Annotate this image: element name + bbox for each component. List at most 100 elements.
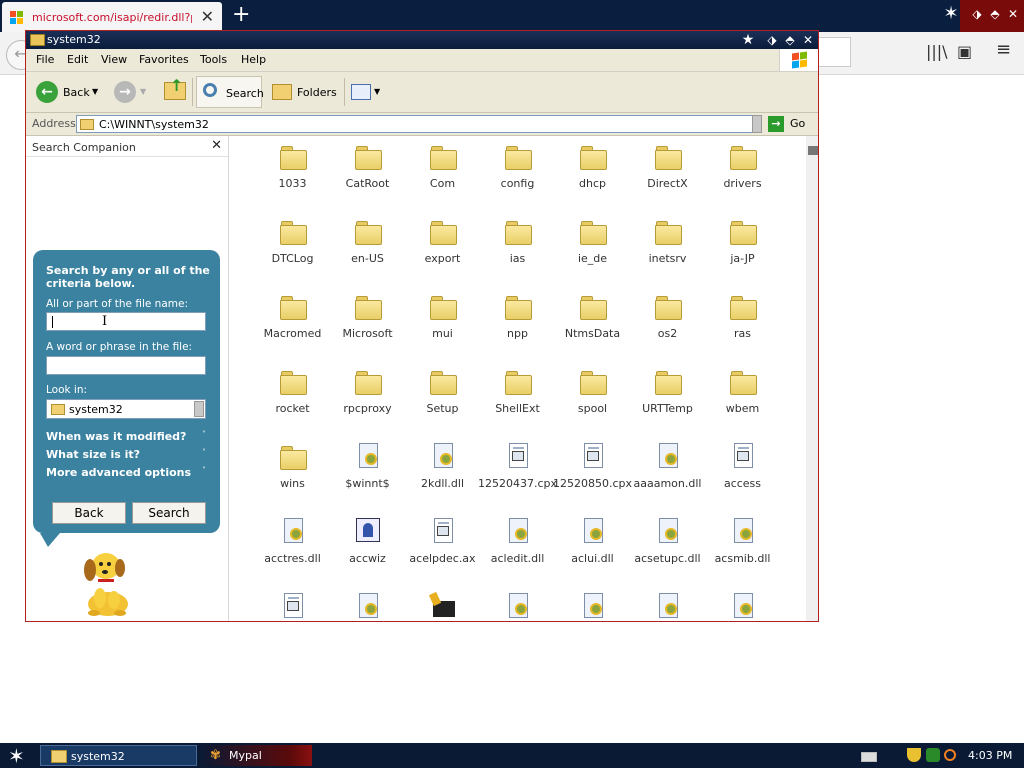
file-item[interactable]: 1033	[255, 139, 330, 199]
up-folder-button[interactable]: ↑	[162, 76, 190, 108]
menu-tools[interactable]: Tools	[200, 53, 227, 66]
security-shield-icon[interactable]	[907, 748, 921, 762]
menu-edit[interactable]: Edit	[67, 53, 88, 66]
file-item[interactable]: en-US	[330, 214, 405, 274]
close-pane-icon[interactable]: ✕	[211, 138, 222, 153]
task-mypal[interactable]: ✾ Mypal	[200, 745, 312, 766]
dropdown-arrow-icon[interactable]: ▼	[92, 87, 98, 96]
file-item[interactable]: spool	[555, 364, 630, 424]
file-item[interactable]: mui	[405, 289, 480, 349]
file-item[interactable]	[405, 589, 480, 621]
file-item[interactable]: npp	[480, 289, 555, 349]
file-item[interactable]: acsetupc.dll	[630, 514, 705, 574]
hamburger-menu-icon[interactable]: ≡	[996, 39, 1011, 60]
file-item[interactable]: aclui.dll	[555, 514, 630, 574]
file-item[interactable]	[480, 589, 555, 621]
menu-view[interactable]: View	[101, 53, 127, 66]
file-item[interactable]: 12520850.cpx	[553, 439, 632, 499]
file-item[interactable]: acelpdec.ax	[405, 514, 480, 574]
lookin-select[interactable]: system32	[46, 399, 206, 419]
option-advanced[interactable]: More advanced options ˅	[46, 466, 206, 479]
file-item[interactable]: drivers	[705, 139, 780, 199]
file-item[interactable]: inetsrv	[630, 214, 705, 274]
file-item[interactable]: NtmsData	[555, 289, 630, 349]
search-dog-icon[interactable]	[76, 546, 136, 618]
menu-file[interactable]: File	[36, 53, 54, 66]
tab-close-icon[interactable]: ✕	[201, 7, 214, 26]
file-item[interactable]: access	[705, 439, 780, 499]
sidebar-icon[interactable]: ▣	[957, 42, 972, 61]
go-arrow-icon[interactable]: →	[768, 116, 784, 132]
filename-field[interactable]: I	[46, 312, 206, 331]
option-size[interactable]: What size is it? ˅	[46, 448, 206, 461]
forward-button[interactable]: → ▼	[112, 76, 148, 108]
window-titlebar[interactable]: system32 ★ ⬗ ⬘ ✕	[26, 31, 818, 49]
address-dropdown-button[interactable]	[752, 115, 762, 133]
clock[interactable]: 4:03 PM	[968, 749, 1012, 762]
task-system32[interactable]: system32	[40, 745, 197, 766]
file-item[interactable]: DTCLog	[255, 214, 330, 274]
start-button[interactable]: ✶	[8, 744, 25, 768]
keyboard-icon[interactable]	[861, 752, 877, 762]
option-modified[interactable]: When was it modified? ˅	[46, 430, 206, 443]
search-back-button[interactable]: Back	[52, 502, 126, 524]
new-tab-icon[interactable]: +	[232, 2, 250, 27]
file-item[interactable]: DirectX	[630, 139, 705, 199]
pin-star-icon[interactable]: ✶	[940, 2, 962, 26]
browser-url-bar[interactable]	[815, 37, 851, 67]
file-item[interactable]: config	[480, 139, 555, 199]
menu-help[interactable]: Help	[241, 53, 266, 66]
file-item[interactable]: ja-JP	[705, 214, 780, 274]
file-item[interactable]: ias	[480, 214, 555, 274]
file-item[interactable]: 2kdll.dll	[405, 439, 480, 499]
file-item[interactable]: 12520437.cpx	[478, 439, 557, 499]
search-icon[interactable]	[944, 749, 956, 761]
file-item[interactable]: acledit.dll	[480, 514, 555, 574]
folders-button[interactable]: Folders	[270, 76, 340, 108]
file-item[interactable]	[705, 589, 780, 621]
minimize-icon[interactable]: ⬗	[762, 31, 782, 49]
pin-star-icon[interactable]: ★	[738, 31, 758, 49]
maximize-icon[interactable]: ⬘	[780, 31, 800, 49]
file-item[interactable]: wbem	[705, 364, 780, 424]
file-item[interactable]: ie_de	[555, 214, 630, 274]
library-icon[interactable]: |||\	[926, 42, 948, 61]
file-item[interactable]: Setup	[405, 364, 480, 424]
file-item[interactable]: Com	[405, 139, 480, 199]
file-item[interactable]: CatRoot	[330, 139, 405, 199]
file-item[interactable]: aaaamon.dll	[630, 439, 705, 499]
file-item[interactable]: export	[405, 214, 480, 274]
file-item[interactable]: rocket	[255, 364, 330, 424]
back-button[interactable]: ← Back ▼	[34, 76, 100, 108]
file-item[interactable]: os2	[630, 289, 705, 349]
file-item[interactable]: $winnt$	[330, 439, 405, 499]
file-item[interactable]: Microsoft	[330, 289, 405, 349]
search-button[interactable]: Search	[196, 76, 264, 108]
go-button[interactable]: Go	[790, 117, 805, 130]
file-item[interactable]	[630, 589, 705, 621]
file-item[interactable]: dhcp	[555, 139, 630, 199]
dropdown-arrow-icon[interactable]	[194, 401, 204, 417]
file-item[interactable]: rpcproxy	[330, 364, 405, 424]
file-item[interactable]: ShellExt	[480, 364, 555, 424]
file-item[interactable]: Macromed	[255, 289, 330, 349]
address-input[interactable]: C:\WINNT\system32	[76, 115, 761, 133]
file-item[interactable]	[555, 589, 630, 621]
file-item[interactable]: acctres.dll	[255, 514, 330, 574]
views-button[interactable]: ▼	[349, 76, 385, 108]
file-item[interactable]	[330, 589, 405, 621]
close-icon[interactable]: ✕	[798, 31, 818, 49]
network-icon[interactable]	[926, 748, 940, 762]
file-item[interactable]	[255, 589, 330, 621]
file-item[interactable]: URTTemp	[630, 364, 705, 424]
file-item[interactable]: acsmib.dll	[705, 514, 780, 574]
file-item[interactable]: wins	[255, 439, 330, 499]
browser-tab[interactable]: microsoft.com/isapi/redir.dll?prd= ✕	[2, 2, 222, 32]
file-list-scrollbar[interactable]	[806, 136, 818, 621]
browser-close-icon[interactable]: ✕	[1002, 2, 1024, 26]
file-item[interactable]: accwiz	[330, 514, 405, 574]
file-item[interactable]: ras	[705, 289, 780, 349]
search-submit-button[interactable]: Search	[132, 502, 206, 524]
menu-favorites[interactable]: Favorites	[139, 53, 189, 66]
phrase-field[interactable]	[46, 356, 206, 375]
